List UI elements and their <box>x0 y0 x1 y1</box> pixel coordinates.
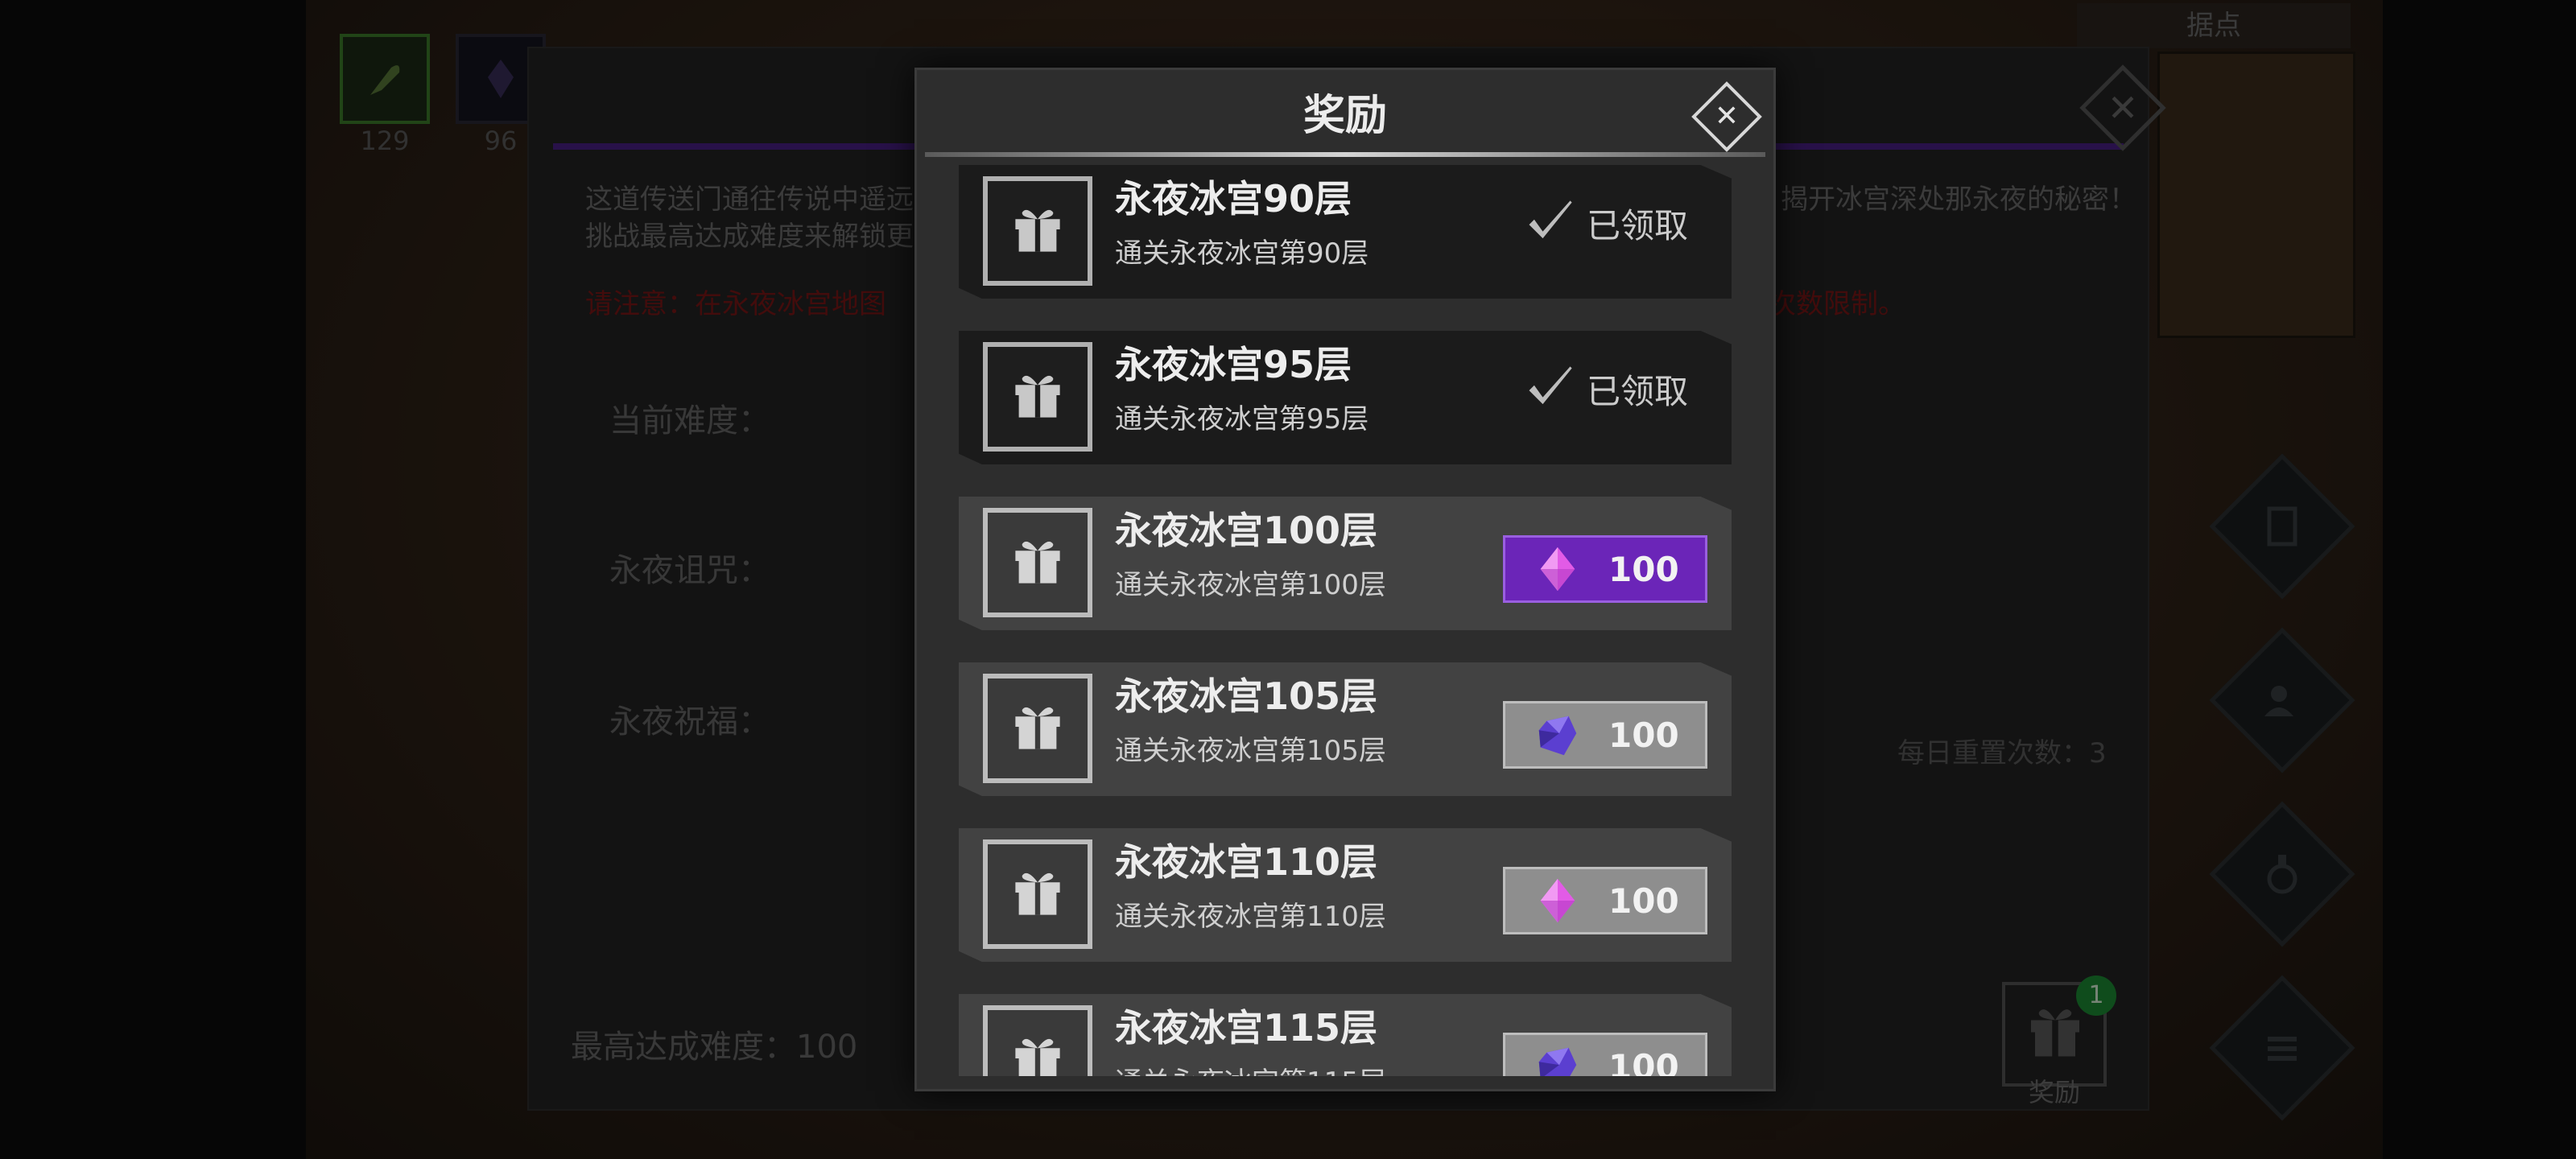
pink-gem-icon <box>1540 878 1575 923</box>
checkmark-icon <box>1529 200 1572 239</box>
gift-icon <box>1015 209 1060 252</box>
modal-divider <box>925 152 1765 157</box>
locked-reward-button[interactable]: 100 <box>1503 701 1707 769</box>
reward-item-110: 永夜冰宫110层 通关永夜冰宫第110层 100 <box>959 828 1732 962</box>
locked-reward-button[interactable]: 100 <box>1503 867 1707 934</box>
modal-title: 奖励 <box>1302 92 1387 140</box>
claimed-label: 已领取 <box>1587 371 1689 411</box>
gift-icon <box>1015 541 1060 584</box>
reward-description: 通关永夜冰宫第110层 <box>1115 901 1386 933</box>
reward-title: 永夜冰宫115层 <box>1115 1006 1378 1050</box>
reward-item-100: 永夜冰宫100层 通关永夜冰宫第100层 100 <box>959 497 1732 630</box>
purple-crystal-icon <box>1538 716 1577 756</box>
reward-item-95: 永夜冰宫95层 通关永夜冰宫第95层 已领取 <box>959 331 1732 464</box>
reward-title: 永夜冰宫90层 <box>1115 177 1352 221</box>
gift-icon <box>1015 707 1060 749</box>
pink-gem-icon <box>1540 547 1575 592</box>
locked-reward-button[interactable]: 100 <box>1503 1033 1707 1076</box>
gift-icon <box>1015 1038 1060 1076</box>
claimed-status: 已领取 <box>1522 196 1688 250</box>
reward-description: 通关永夜冰宫第95层 <box>1115 403 1369 435</box>
reward-item-115: 永夜冰宫115层 通关永夜冰宫第115层 100 <box>959 994 1732 1076</box>
reward-description: 通关永夜冰宫第90层 <box>1115 237 1369 270</box>
reward-description: 通关永夜冰宫第100层 <box>1115 569 1386 601</box>
claimed-status: 已领取 <box>1522 361 1688 416</box>
reward-amount: 100 <box>1608 549 1679 589</box>
reward-title: 永夜冰宫105层 <box>1115 674 1378 718</box>
reward-amount: 100 <box>1608 1046 1679 1077</box>
gift-icon <box>1015 872 1060 915</box>
close-icon: ✕ <box>1714 100 1740 133</box>
purple-crystal-icon <box>1538 1047 1577 1076</box>
reward-title: 永夜冰宫100层 <box>1115 509 1378 552</box>
reward-description: 通关永夜冰宫第115层 <box>1115 1060 1386 1076</box>
reward-modal: 奖励 ✕ 永夜冰宫90层 通关永夜冰宫第90层 已领取 永夜冰宫95层 通关永夜… <box>914 68 1776 1091</box>
gift-box <box>983 1005 1092 1076</box>
reward-title: 永夜冰宫110层 <box>1115 840 1378 884</box>
reward-amount: 100 <box>1608 715 1679 755</box>
reward-title: 永夜冰宫95层 <box>1115 343 1352 386</box>
gift-box <box>983 674 1092 783</box>
claimed-label: 已领取 <box>1587 205 1689 245</box>
gift-box <box>983 508 1092 617</box>
gift-box <box>983 839 1092 949</box>
gift-icon <box>1015 375 1060 418</box>
reward-item-90: 永夜冰宫90层 通关永夜冰宫第90层 已领取 <box>959 165 1732 299</box>
reward-amount: 100 <box>1608 881 1679 921</box>
reward-list[interactable]: 永夜冰宫90层 通关永夜冰宫第90层 已领取 永夜冰宫95层 通关永夜冰宫第95… <box>959 165 1732 1076</box>
claim-reward-button[interactable]: 100 <box>1503 535 1707 603</box>
checkmark-icon <box>1529 366 1572 405</box>
reward-description: 通关永夜冰宫第105层 <box>1115 735 1386 767</box>
modal-close-button[interactable]: ✕ <box>1691 81 1762 152</box>
gift-box <box>983 342 1092 452</box>
reward-item-105: 永夜冰宫105层 通关永夜冰宫第105层 100 <box>959 662 1732 796</box>
gift-box <box>983 176 1092 286</box>
